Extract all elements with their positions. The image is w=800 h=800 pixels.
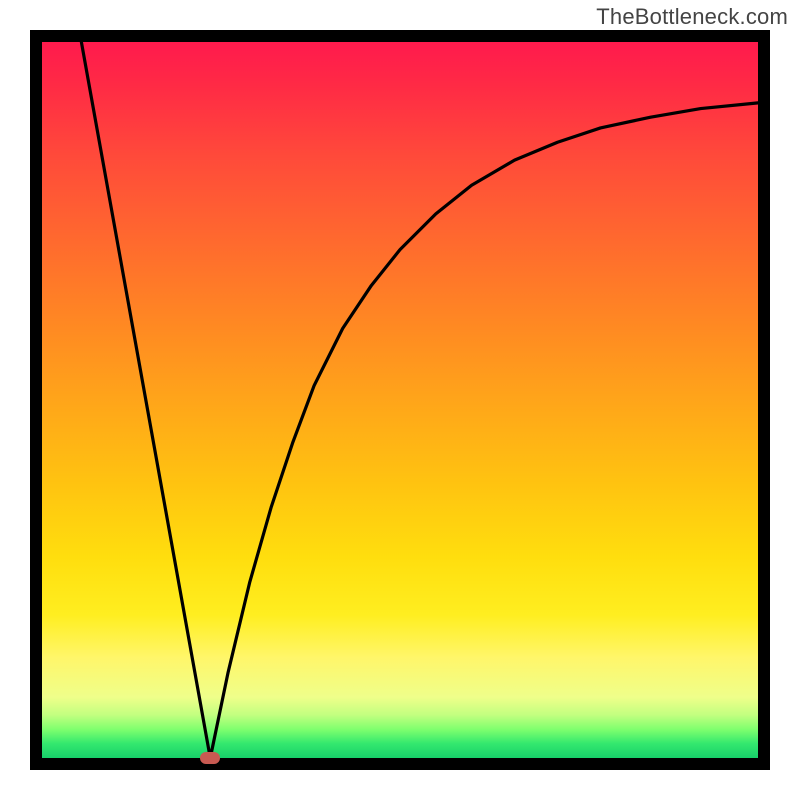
minimum-marker: [200, 752, 220, 764]
curve-svg: [42, 42, 758, 758]
plot-area: [42, 42, 758, 758]
watermark-text: TheBottleneck.com: [596, 4, 788, 30]
chart-container: TheBottleneck.com: [0, 0, 800, 800]
bottleneck-curve: [81, 42, 758, 758]
plot-frame: [30, 30, 770, 770]
